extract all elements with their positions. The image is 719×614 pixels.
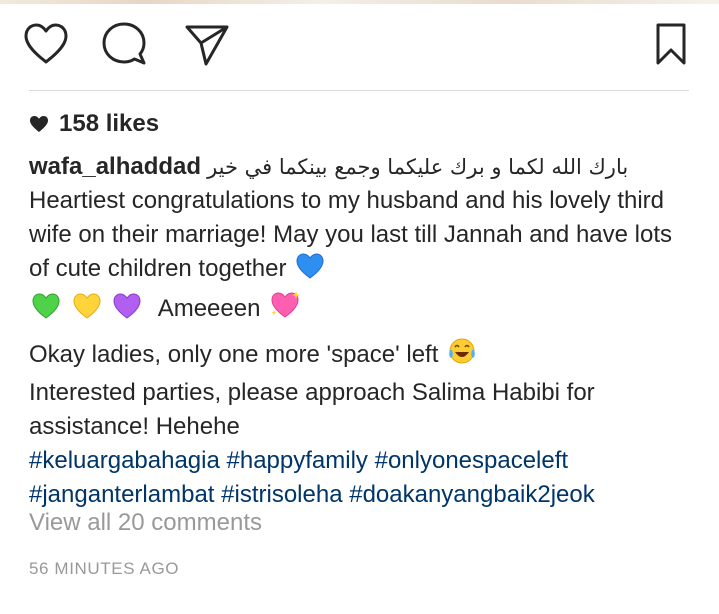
caption-text-line: Heartiest congratulations to my husband … — [29, 187, 672, 282]
username-link[interactable]: wafa_alhaddad — [29, 153, 201, 180]
paper-plane-icon — [185, 25, 229, 66]
arabic-prayer-text: بارك الله لكما و برك عليكما وجمع بينكما … — [207, 155, 629, 179]
save-button[interactable] — [647, 20, 695, 68]
hashtag-link[interactable]: #istrisoleha — [221, 481, 342, 508]
likes-count: 158 likes — [59, 110, 160, 137]
post-caption: wafa_alhaddad بارك الله لكما و برك عليكما… — [29, 150, 694, 512]
share-button[interactable] — [183, 20, 231, 68]
caption-text-line: Okay ladies, only one more 'space' left — [29, 341, 439, 368]
yellow-heart-icon — [72, 292, 102, 330]
hashtag-link[interactable]: #janganterlambat — [29, 481, 214, 508]
bookmark-icon — [656, 23, 686, 65]
post-timestamp: 56 MINUTES AGO — [29, 559, 180, 578]
hashtag-list: #keluargabahagia #happyfamily #onlyonesp… — [29, 444, 694, 512]
action-bar — [0, 20, 719, 72]
heart-outline-icon — [24, 23, 68, 64]
likes-row[interactable]: 158 likes — [29, 108, 159, 140]
purple-heart-icon — [112, 292, 142, 330]
caption-text-line: Interested parties, please approach Sali… — [29, 379, 595, 440]
caption-message: Heartiest congratulations to my husband … — [29, 184, 694, 330]
like-button[interactable] — [22, 20, 70, 68]
speech-bubble-icon — [102, 22, 146, 65]
caption-space-line: Okay ladies, only one more 'space' left … — [29, 336, 694, 444]
view-all-comments-link[interactable]: View all 20 comments — [29, 509, 262, 537]
comment-button[interactable] — [100, 20, 148, 68]
heart-filled-icon — [30, 116, 48, 132]
hashtag-link[interactable]: #doakanyangbaik2jeok — [349, 481, 595, 508]
tears-of-joy-icon — [447, 336, 477, 376]
green-heart-icon — [31, 292, 61, 330]
hashtag-link[interactable]: #onlyonespaceleft — [375, 447, 568, 474]
caption-ameen: Ameeeen — [157, 295, 261, 322]
photo-edge — [0, 0, 719, 4]
caption-first-line: wafa_alhaddad بارك الله لكما و برك عليكما… — [29, 150, 694, 184]
divider — [29, 90, 689, 91]
blue-heart-icon — [295, 252, 325, 290]
hashtag-link[interactable]: #keluargabahagia — [29, 447, 220, 474]
hashtag-link[interactable]: #happyfamily — [227, 447, 368, 474]
sparkling-heart-icon — [269, 290, 301, 330]
